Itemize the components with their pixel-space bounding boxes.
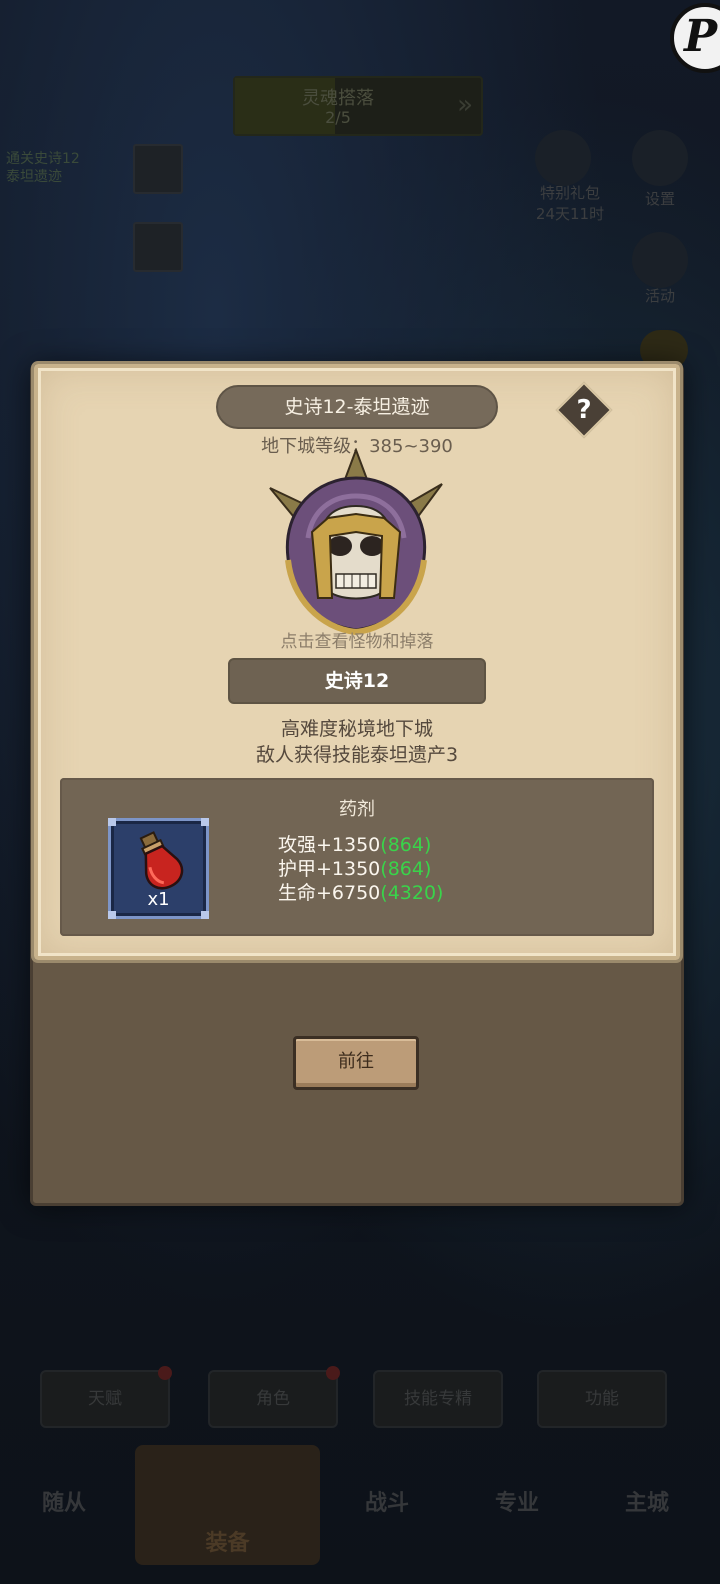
tab-skills: 技能专精	[373, 1370, 503, 1428]
quest-slot	[133, 222, 183, 272]
nav-equipment: 装备	[135, 1445, 320, 1565]
description-line-1: 高难度秘境地下城	[280, 718, 433, 740]
bottom-nav: 随从 装备 战斗 专业 主城	[0, 1445, 720, 1565]
nav-followers: 随从	[42, 1491, 87, 1516]
double-arrow-icon: »	[457, 90, 473, 120]
description-line-2: 敌人获得技能泰坦遗产3	[255, 744, 459, 766]
stage-label: 史诗12	[228, 658, 486, 704]
soul-progress-bar: 灵魂搭落 2/5 »	[233, 76, 483, 136]
stat-health: 生命+6750(4320)	[278, 882, 444, 904]
view-monsters-hint[interactable]: 点击查看怪物和掉落	[0, 627, 714, 652]
gear-icon	[632, 130, 688, 186]
potion-item-slot[interactable]: x1	[108, 818, 209, 919]
nav-battle: 战斗	[365, 1491, 410, 1516]
go-button[interactable]: 前往	[293, 1036, 419, 1090]
item-quantity: x1	[147, 889, 170, 910]
calendar-icon	[632, 232, 688, 288]
boss-helmet-icon[interactable]	[268, 448, 444, 644]
activity-label: 活动	[644, 287, 675, 305]
gift-label: 特别礼包 24天11时	[535, 184, 605, 223]
settings-label: 设置	[644, 190, 675, 208]
bottom-tabs: 天赋 角色 技能专精 功能	[40, 1366, 670, 1430]
quest-text: 通关史诗12 泰坦遗迹	[6, 151, 80, 185]
progress-count: 2/5	[325, 108, 351, 127]
tab-talent: 天赋	[40, 1366, 172, 1428]
question-icon: ?	[576, 395, 592, 425]
stat-armor: 护甲+1350(864)	[278, 858, 432, 880]
gift-icon	[535, 130, 591, 186]
dialog-title: 史诗12-泰坦遗迹	[216, 385, 498, 429]
stat-attack: 攻强+1350(864)	[278, 834, 432, 856]
nav-main-city: 主城	[625, 1491, 670, 1516]
tab-character: 角色	[208, 1366, 340, 1428]
red-potion-icon	[139, 831, 184, 890]
tab-functions: 功能	[537, 1370, 667, 1428]
quest-slot	[133, 144, 183, 194]
progress-title: 灵魂搭落	[302, 88, 374, 109]
nav-profession: 专业	[495, 1491, 540, 1516]
